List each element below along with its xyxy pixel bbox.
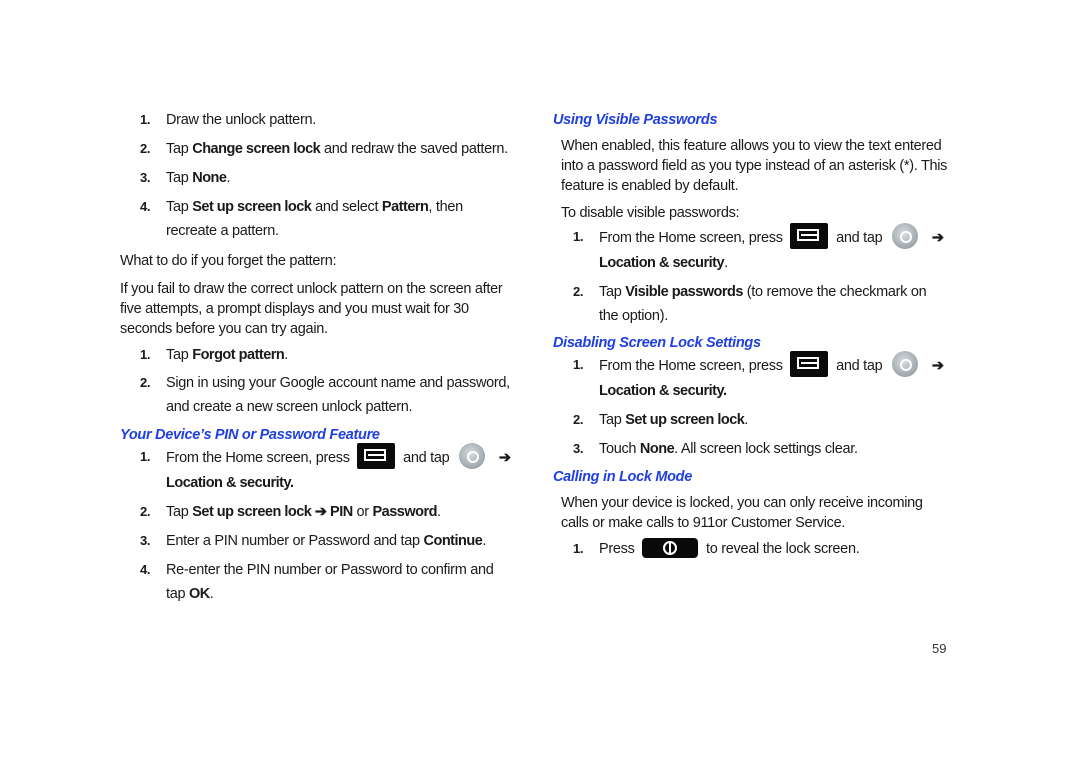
settings-icon — [459, 443, 486, 469]
menu-key-icon — [790, 351, 829, 377]
calling-heading: Calling in Lock Mode — [553, 469, 693, 485]
pin-step-3: 3. Enter a PIN number or Password and ta… — [140, 533, 487, 549]
menu-key-icon — [357, 443, 396, 469]
menu-key-icon — [790, 223, 829, 249]
power-key-icon — [642, 538, 699, 559]
arrow-icon: ➔ — [498, 449, 511, 466]
forgot-step-2: 2. Sign in using your Google account nam… — [140, 375, 510, 415]
pin-step-2: 2. Tap Set up screen lock ➔ PIN or Passw… — [140, 504, 441, 520]
pin-heading: Your Device’s PIN or Password Feature — [120, 427, 380, 443]
forgot-step-1: 1. Tap Forgot pattern. — [140, 347, 289, 363]
forgot-intro: What to do if you forget the pattern: — [120, 253, 337, 269]
calling-text: When your device is locked, you can only… — [561, 495, 923, 531]
page-number: 59 — [932, 641, 947, 656]
pin-step-1: 1. From the Home screen, press and tap ➔… — [120, 443, 515, 495]
right-column: Using Visible Passwords When enabled, th… — [553, 112, 948, 561]
forgot-text: If you fail to draw the correct unlock p… — [120, 281, 503, 337]
pattern-step-1: 1. Draw the unlock pattern. — [140, 112, 316, 128]
settings-icon — [892, 223, 919, 249]
arrow-icon: ➔ — [931, 357, 944, 374]
visible-intro: To disable visible passwords: — [561, 205, 740, 221]
disable-step-1: 1. From the Home screen, press and tap ➔… — [553, 351, 948, 403]
pin-step-4: 4. Re-enter the PIN number or Password t… — [140, 562, 494, 602]
visible-step-2: 2. Tap Visible passwords (to remove the … — [573, 284, 927, 324]
pattern-step-2: 2. Tap Change screen lock and redraw the… — [140, 141, 508, 157]
disable-step-2: 2. Tap Set up screen lock. — [573, 412, 749, 428]
pattern-step-4: 4. Tap Set up screen lock and select Pat… — [140, 199, 463, 239]
arrow-icon: ➔ — [931, 229, 944, 246]
pattern-step-3: 3. Tap None. — [140, 170, 231, 186]
left-column: 1. Draw the unlock pattern. 2. Tap Chang… — [120, 108, 515, 606]
settings-icon — [892, 351, 919, 377]
visible-text: When enabled, this feature allows you to… — [561, 138, 948, 194]
visible-step-1: 1. From the Home screen, press and tap ➔… — [553, 223, 948, 275]
disable-step-3: 3. Touch None. All screen lock settings … — [573, 441, 858, 457]
calling-step-1: 1. Press to reveal the lock screen. — [553, 537, 948, 561]
visible-heading: Using Visible Passwords — [553, 112, 718, 128]
disable-heading: Disabling Screen Lock Settings — [553, 335, 761, 351]
